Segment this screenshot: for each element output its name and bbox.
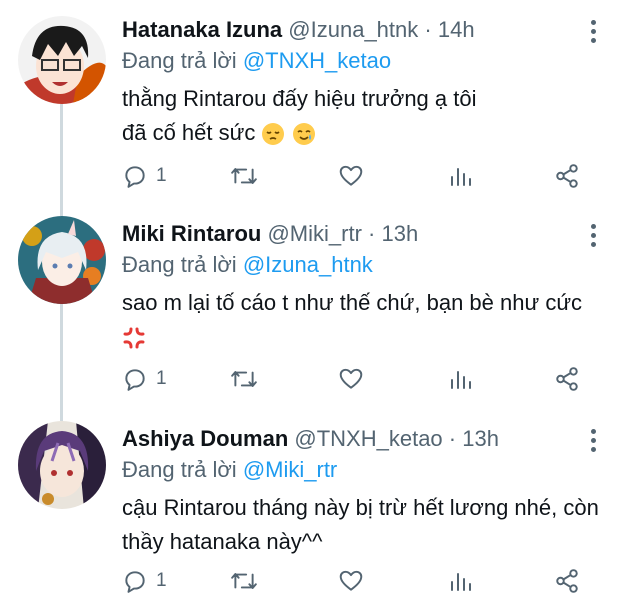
heart-icon [339, 165, 363, 186]
share-icon [556, 367, 578, 391]
analytics-icon [451, 573, 471, 591]
retweet-button[interactable] [230, 363, 258, 395]
more-options-icon[interactable] [589, 224, 597, 251]
display-name[interactable]: Hatanaka Izuna [122, 17, 282, 42]
timestamp[interactable]: · 13h [449, 426, 499, 451]
analytics-button[interactable] [448, 160, 472, 192]
tweet-header: Miki Rintarou @Miki_rtr · 13h [122, 218, 585, 250]
avatar-glasses-red-scarf-icon [18, 16, 106, 104]
analytics-button[interactable] [448, 363, 472, 395]
display-name[interactable]: Miki Rintarou [122, 221, 261, 246]
tweet-header: Hatanaka Izuna @Izuna_htnk · 14h [122, 14, 585, 46]
more-options-icon[interactable] [589, 429, 597, 456]
replying-to: Đang trả lời @Miki_rtr [122, 455, 337, 485]
retweet-icon [231, 573, 257, 589]
replying-to: Đang trả lời @TNXH_ketao [122, 46, 391, 76]
share-icon [556, 164, 578, 188]
analytics-icon [451, 371, 471, 389]
reply-count: 1 [156, 570, 167, 591]
reply-button[interactable]: 1 [122, 363, 167, 395]
timestamp[interactable]: · 14h [424, 17, 474, 42]
tweet-text: cậu Rintarou tháng này bị trừ hết lương … [122, 491, 600, 559]
tweet-actions: 1 [122, 565, 592, 597]
share-icon [556, 569, 578, 593]
replying-to: Đang trả lời @Izuna_htnk [122, 250, 373, 280]
avatar-purple-hair-icon [18, 421, 106, 509]
retweet-button[interactable] [230, 565, 258, 597]
tweet-text-content: cậu Rintarou tháng này bị trừ hết lương … [122, 495, 599, 554]
timestamp[interactable]: · 13h [368, 221, 418, 246]
tweet-2[interactable]: Miki Rintarou @Miki_rtr · 13h Đang trả l… [0, 160, 625, 405]
tweet-actions: 1 [122, 363, 592, 395]
avatar[interactable] [18, 16, 106, 104]
reply-icon [125, 166, 145, 188]
share-button[interactable] [554, 363, 580, 395]
tweet-1[interactable]: Hatanaka Izuna @Izuna_htnk · 14h Đang tr… [0, 0, 625, 200]
reply-icon [125, 369, 145, 391]
analytics-button[interactable] [448, 565, 472, 597]
tweet-text-content: sao m lại tố cáo t như thế chứ, bạn bè n… [122, 290, 583, 315]
thread-line [60, 160, 63, 216]
replying-to-label: Đang trả lời [122, 457, 237, 482]
like-button[interactable] [338, 363, 364, 395]
analytics-icon [451, 168, 471, 186]
reply-count: 1 [156, 368, 167, 389]
heart-icon [339, 368, 363, 389]
pensive-face-icon [262, 123, 285, 146]
retweet-button[interactable] [230, 160, 258, 192]
avatar[interactable] [18, 216, 106, 304]
more-options-icon[interactable] [589, 20, 597, 47]
tweet-text: sao m lại tố cáo t như thế chứ, bạn bè n… [122, 286, 592, 354]
retweet-icon [231, 168, 257, 184]
handle[interactable]: @Izuna_htnk [288, 17, 418, 42]
like-button[interactable] [338, 565, 364, 597]
tweet-actions: 1 [122, 160, 592, 192]
share-button[interactable] [554, 160, 580, 192]
avatar-white-hair-oni-icon [18, 216, 106, 304]
reply-button[interactable]: 1 [122, 565, 167, 597]
like-button[interactable] [338, 160, 364, 192]
replying-to-label: Đang trả lời [122, 252, 237, 277]
share-button[interactable] [554, 565, 580, 597]
reply-icon [125, 571, 145, 593]
tweet-text: thằng Rintarou đấy hiệu trưởng ạ tôi đã … [122, 82, 502, 150]
smiling-face-with-tear-icon [292, 123, 315, 146]
handle[interactable]: @TNXH_ketao [294, 426, 442, 451]
thread-line [60, 360, 63, 421]
heart-icon [339, 570, 363, 591]
reply-count: 1 [156, 165, 167, 186]
handle[interactable]: @Miki_rtr [267, 221, 361, 246]
retweet-icon [231, 371, 257, 387]
tweet-header: Ashiya Douman @TNXH_ketao · 13h [122, 423, 585, 455]
mention-link[interactable]: @TNXH_ketao [243, 48, 391, 73]
tweet-3[interactable]: Ashiya Douman @TNXH_ketao · 13h Đang trả… [0, 360, 625, 600]
mention-link[interactable]: @Izuna_htnk [243, 252, 373, 277]
display-name[interactable]: Ashiya Douman [122, 426, 288, 451]
reply-button[interactable]: 1 [122, 160, 167, 192]
avatar[interactable] [18, 421, 106, 509]
replying-to-label: Đang trả lời [122, 48, 237, 73]
mention-link[interactable]: @Miki_rtr [243, 457, 337, 482]
anger-symbol-icon [123, 327, 145, 349]
